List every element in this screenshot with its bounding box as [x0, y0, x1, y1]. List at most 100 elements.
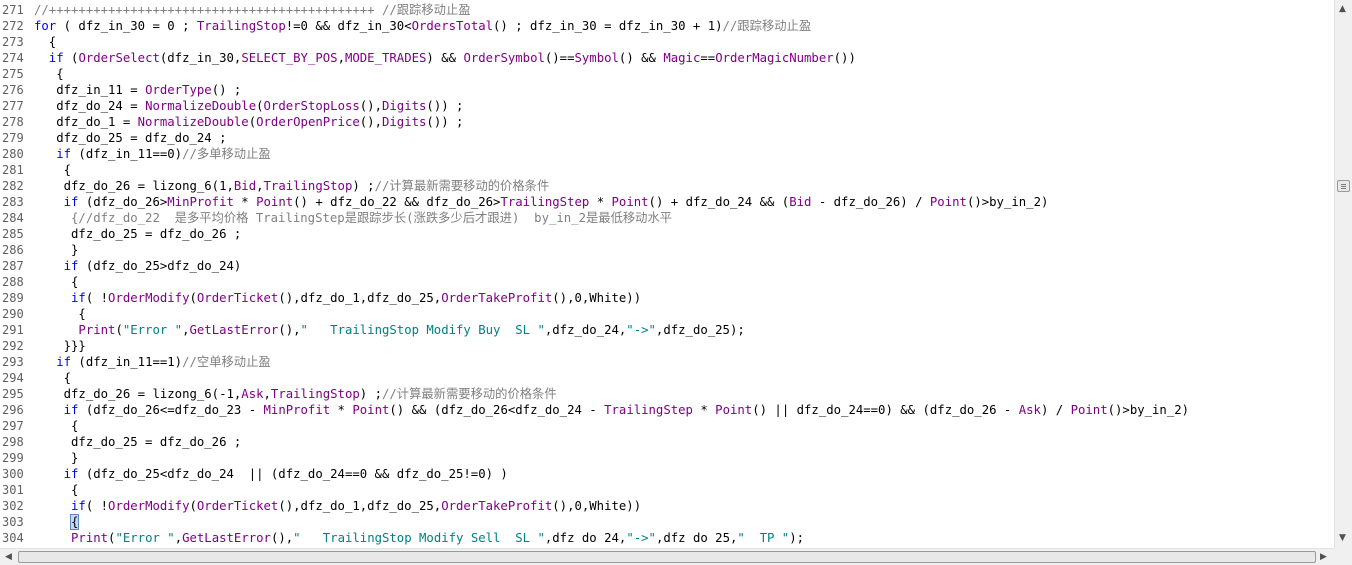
- line-number: 285: [2, 227, 24, 241]
- code-token: OrderStopLoss: [263, 99, 360, 113]
- code-line[interactable]: 297 {: [0, 418, 1334, 434]
- code-line[interactable]: 289 if( !OrderModify(OrderTicket(),dfz_d…: [0, 290, 1334, 306]
- code-line[interactable]: 274 if (OrderSelect(dfz_in_30,SELECT_BY_…: [0, 50, 1334, 66]
- code-line[interactable]: 278 dfz_do_1 = NormalizeDouble(OrderOpen…: [0, 114, 1334, 130]
- code-line[interactable]: 302 if( !OrderModify(OrderTicket(),dfz_d…: [0, 498, 1334, 514]
- code-token: (),dfz_do_1,dfz_do_25,: [278, 499, 442, 513]
- code-line[interactable]: 275 {: [0, 66, 1334, 82]
- code-token: "Error ": [115, 531, 175, 545]
- matched-brace-highlight: {: [69, 514, 80, 530]
- code-line[interactable]: 292 }}}: [0, 338, 1334, 354]
- code-line[interactable]: 287 if (dfz_do_25>dfz_do_24): [0, 258, 1334, 274]
- code-token: Ask: [241, 387, 264, 401]
- code-token: OrderSymbol: [463, 51, 545, 65]
- line-number: 282: [2, 179, 24, 193]
- code-editor[interactable]: 271 //+++++++++++++++++++++++++++++++++++…: [0, 0, 1334, 548]
- code-token: () + dfz_do_22 && dfz_do_26>: [293, 195, 501, 209]
- code-line[interactable]: 303 {: [0, 514, 1334, 530]
- code-token: GetLastError: [182, 531, 271, 545]
- code-token: ,dfz do 25,: [655, 531, 738, 545]
- code-line[interactable]: 286 }: [0, 242, 1334, 258]
- code-token: //++++++++++++++++++++++++++++++++++++++…: [34, 3, 471, 17]
- code-line[interactable]: 304 Print("Error ",GetLastError()," Trai…: [0, 530, 1334, 546]
- code-line[interactable]: 294 {: [0, 370, 1334, 386]
- code-token: (),: [359, 115, 382, 129]
- code-line[interactable]: 293 if (dfz_in_11==1)//空单移动止盈: [0, 354, 1334, 370]
- code-text: dfz_do_26 = lizong_6(-1,Ask,TrailingStop…: [34, 386, 557, 402]
- code-token: OrderTicket: [196, 291, 279, 305]
- code-token: //空单移动止盈: [182, 355, 271, 369]
- code-line[interactable]: 276 dfz_in_11 = OrderType() ;: [0, 82, 1334, 98]
- code-line[interactable]: 284 {//dfz_do_22 是多平均价格 TrailingStep是跟踪步…: [0, 210, 1334, 226]
- code-text: if (dfz_in_11==0)//多单移动止盈: [34, 146, 270, 162]
- code-token: Point: [929, 195, 967, 209]
- code-line[interactable]: 273 {: [0, 34, 1334, 50]
- code-line[interactable]: 283 if (dfz_do_26>MinProfit * Point() + …: [0, 194, 1334, 210]
- code-token: if: [34, 499, 86, 513]
- horizontal-scrollbar[interactable]: ◀ ▶: [0, 548, 1334, 565]
- code-line[interactable]: 279 dfz_do_25 = dfz_do_24 ;: [0, 130, 1334, 146]
- code-line[interactable]: 296 if (dfz_do_26<=dfz_do_23 - MinProfit…: [0, 402, 1334, 418]
- scroll-up-arrow-icon[interactable]: ▲: [1339, 4, 1346, 14]
- line-number: 284: [2, 211, 24, 225]
- code-token: ()>by_in_2): [966, 195, 1049, 209]
- vertical-scrollbar[interactable]: ▲ ▼: [1334, 0, 1352, 548]
- line-number: 289: [2, 291, 24, 305]
- code-token: "Error ": [122, 323, 183, 337]
- line-number: 302: [2, 499, 24, 513]
- code-token: NormalizeDouble: [145, 99, 257, 113]
- code-text: if (OrderSelect(dfz_in_30,SELECT_BY_POS,…: [34, 50, 856, 66]
- code-line[interactable]: 288 {: [0, 274, 1334, 290]
- code-token: dfz_do_24 =: [34, 99, 146, 113]
- code-token: ) /: [1040, 403, 1071, 417]
- code-token: () || dfz_do_24==0) && (dfz_do_26 -: [752, 403, 1019, 417]
- code-line[interactable]: 271 //+++++++++++++++++++++++++++++++++++…: [0, 2, 1334, 18]
- scroll-down-arrow-icon[interactable]: ▼: [1339, 533, 1346, 543]
- code-token: ()>by_in_2): [1107, 403, 1190, 417]
- code-token: if: [34, 259, 79, 273]
- scroll-left-arrow-icon[interactable]: ◀: [5, 552, 12, 562]
- code-token: () &&: [618, 51, 664, 65]
- code-token: ) ;: [359, 387, 382, 401]
- horizontal-scroll-thumb[interactable]: [18, 551, 1316, 563]
- code-line[interactable]: 277 dfz_do_24 = NormalizeDouble(OrderSto…: [0, 98, 1334, 114]
- code-token: (),: [278, 323, 301, 337]
- line-number: 273: [2, 35, 24, 49]
- code-line[interactable]: 299 }: [0, 450, 1334, 466]
- code-text: }: [34, 450, 78, 466]
- code-line[interactable]: 298 dfz_do_25 = dfz_do_26 ;: [0, 434, 1334, 450]
- code-token: Ask: [1018, 403, 1041, 417]
- code-token: ) &&: [426, 51, 464, 65]
- line-number: 274: [2, 51, 24, 65]
- code-token: OrderOpenPrice: [256, 115, 360, 129]
- line-number: 278: [2, 115, 24, 129]
- code-line[interactable]: 281 {: [0, 162, 1334, 178]
- code-token: {: [34, 483, 79, 497]
- code-text: {: [34, 482, 78, 498]
- scrollbar-corner: [1334, 548, 1352, 565]
- code-token: ( !: [85, 291, 109, 305]
- code-token: OrdersTotal: [411, 19, 494, 33]
- code-line[interactable]: 291 Print("Error ",GetLastError()," Trai…: [0, 322, 1334, 338]
- code-token: GetLastError: [189, 323, 279, 337]
- code-line[interactable]: 272 for ( dfz_in_30 = 0 ; TrailingStop!=0…: [0, 18, 1334, 34]
- line-number: 279: [2, 131, 24, 145]
- code-line[interactable]: 290 {: [0, 306, 1334, 322]
- vertical-scroll-thumb[interactable]: [1337, 180, 1350, 192]
- code-token: TrailingStop: [270, 387, 360, 401]
- scroll-right-arrow-icon[interactable]: ▶: [1320, 552, 1327, 562]
- code-line[interactable]: 300 if (dfz_do_25<dfz_do_24 || (dfz_do_2…: [0, 466, 1334, 482]
- code-line[interactable]: 295 dfz_do_26 = lizong_6(-1,Ask,Trailing…: [0, 386, 1334, 402]
- code-text: dfz_do_24 = NormalizeDouble(OrderStopLos…: [34, 98, 463, 114]
- code-line[interactable]: 285 dfz_do_25 = dfz_do_26 ;: [0, 226, 1334, 242]
- code-line[interactable]: 301 {: [0, 482, 1334, 498]
- code-lines: 271 //+++++++++++++++++++++++++++++++++++…: [0, 2, 1334, 546]
- code-token: OrderType: [145, 83, 212, 97]
- code-token: dfz_do_25 = dfz_do_26 ;: [34, 227, 242, 241]
- code-text: dfz_do_26 = lizong_6(1,Bid,TrailingStop)…: [34, 178, 550, 194]
- code-token: MODE_TRADES: [344, 51, 427, 65]
- line-number: 272: [2, 19, 24, 33]
- code-token: (: [248, 115, 257, 129]
- code-line[interactable]: 282 dfz_do_26 = lizong_6(1,Bid,TrailingS…: [0, 178, 1334, 194]
- code-line[interactable]: 280 if (dfz_in_11==0)//多单移动止盈: [0, 146, 1334, 162]
